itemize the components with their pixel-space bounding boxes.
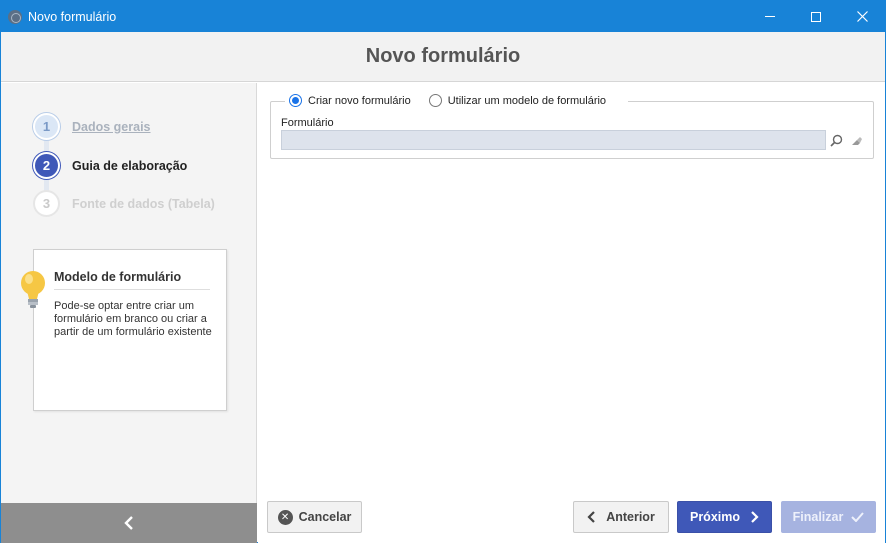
- step-general-data[interactable]: 1 Dados gerais: [33, 113, 151, 140]
- page-title: Novo formulário: [365, 45, 521, 67]
- wizard-content: Criar novo formulário Utilizar um modelo…: [258, 83, 885, 543]
- form-field-input: [281, 130, 826, 150]
- wizard-sidebar: 1 Dados gerais 2 Guia de elaboração 3 Fo…: [1, 83, 257, 543]
- cancel-icon: ✕: [277, 509, 293, 525]
- chevron-right-icon: [751, 511, 759, 523]
- chevron-left-icon: [124, 516, 133, 530]
- search-form-button: [827, 130, 845, 150]
- collapse-sidebar-button[interactable]: [1, 503, 257, 543]
- step-number: 3: [33, 190, 60, 217]
- minimize-icon: [765, 16, 775, 17]
- maximize-icon: [811, 11, 821, 22]
- title-bar: Novo formulário: [1, 1, 885, 32]
- help-title: Modelo de formulário: [54, 270, 182, 284]
- wizard-actions: ✕ Cancelar Anterior Próximo Finalizar: [258, 501, 885, 533]
- radio-create-new-label[interactable]: Criar novo formulário: [308, 95, 411, 107]
- clear-field-button: [847, 130, 865, 150]
- help-text: Pode-se optar entre criar um formulário …: [54, 300, 212, 338]
- radio-use-template[interactable]: [428, 94, 442, 107]
- previous-button-label: Anterior: [606, 510, 655, 524]
- step-data-source: 3 Fonte de dados (Tabela): [33, 190, 215, 217]
- divider: [54, 289, 210, 290]
- close-icon: [856, 11, 868, 22]
- finish-button: Finalizar: [781, 501, 876, 533]
- radio-use-template-label[interactable]: Utilizar um modelo de formulário: [448, 95, 606, 107]
- checkmark-icon: [851, 512, 865, 522]
- next-button[interactable]: Próximo: [677, 501, 772, 533]
- cancel-button[interactable]: ✕ Cancelar: [267, 501, 362, 533]
- finish-button-label: Finalizar: [792, 510, 844, 524]
- dialog-window: Novo formulário Novo formulário 1 Dados …: [0, 0, 886, 543]
- form-source-options: Criar novo formulário Utilizar um modelo…: [285, 94, 629, 107]
- next-button-label: Próximo: [689, 510, 740, 524]
- app-logo-icon: [8, 9, 22, 24]
- minimize-button[interactable]: [747, 1, 793, 32]
- step-label: Guia de elaboração: [72, 158, 188, 173]
- help-box: Modelo de formulário Pode-se optar entre…: [21, 249, 227, 411]
- eraser-icon: [851, 136, 862, 145]
- page-header: Novo formulário: [1, 32, 885, 82]
- radio-create-new[interactable]: [289, 94, 302, 107]
- form-source-group: Criar novo formulário Utilizar um modelo…: [270, 94, 874, 159]
- step-label: Fonte de dados (Tabela): [72, 196, 215, 211]
- form-field-label: Formulário: [281, 117, 334, 129]
- window-title: Novo formulário: [28, 9, 117, 24]
- step-design-guide[interactable]: 2 Guia de elaboração: [33, 152, 187, 179]
- chevron-left-icon: [587, 511, 595, 523]
- maximize-button[interactable]: [793, 1, 839, 32]
- lightbulb-icon: [21, 271, 45, 308]
- close-button[interactable]: [839, 1, 885, 32]
- step-number: 1: [33, 113, 60, 140]
- window-controls: [747, 1, 885, 32]
- cancel-button-label: Cancelar: [298, 510, 352, 524]
- step-connector: [44, 138, 49, 153]
- previous-button[interactable]: Anterior: [573, 501, 669, 533]
- step-label: Dados gerais: [72, 119, 151, 134]
- step-number: 2: [33, 152, 60, 179]
- search-icon: [829, 134, 842, 147]
